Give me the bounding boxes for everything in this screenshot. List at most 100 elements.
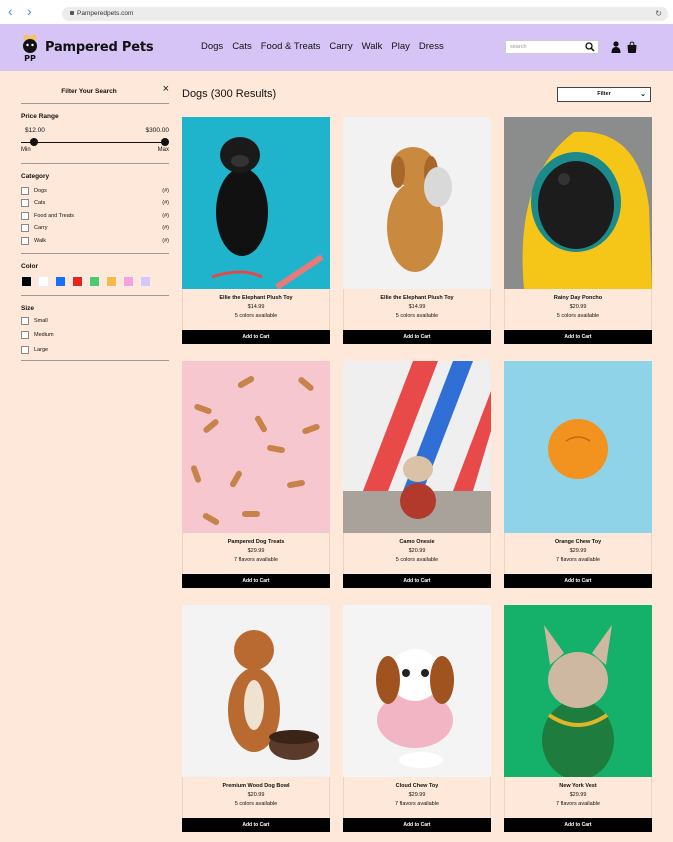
size-item-small[interactable]: Small <box>21 315 169 330</box>
size-item-large[interactable]: Large <box>21 344 169 359</box>
shopping-bag-icon[interactable] <box>626 41 638 53</box>
filter-header: Filter Your Search × <box>21 80 169 104</box>
checkbox[interactable] <box>21 331 29 340</box>
color-swatch[interactable] <box>140 275 151 287</box>
add-to-cart-button[interactable]: Add to Cart <box>504 818 652 832</box>
size-label: Medium <box>34 332 54 339</box>
product-image[interactable] <box>504 605 652 777</box>
product-card[interactable]: Premium Wood Dog Bowl $20.99 5 colors av… <box>182 605 330 832</box>
color-swatch[interactable] <box>106 275 117 287</box>
color-swatch[interactable] <box>72 275 83 287</box>
category-item-cats[interactable]: Cats (#) <box>21 197 169 209</box>
product-image[interactable] <box>182 361 330 533</box>
search-icon[interactable] <box>585 42 595 52</box>
nav-dress[interactable]: Dress <box>419 41 444 52</box>
close-icon[interactable]: × <box>163 84 169 95</box>
product-card[interactable]: Camo Onesie $20.99 5 colors available Ad… <box>343 361 491 588</box>
product-card[interactable]: Rainy Day Poncho $20.99 5 colors availab… <box>504 117 652 344</box>
product-name[interactable]: Orange Chew Toy <box>505 533 651 545</box>
product-card[interactable]: Cloud Chew Toy $29.99 7 flavors availabl… <box>343 605 491 832</box>
product-name[interactable]: Camo Onesie <box>344 533 490 545</box>
main-nav: Dogs Cats Food & Treats Carry Walk Play … <box>201 41 453 52</box>
product-image[interactable] <box>182 605 330 777</box>
product-name[interactable]: Ellie the Elephant Plush Toy <box>183 289 329 301</box>
color-swatch[interactable] <box>89 275 100 287</box>
checkbox[interactable] <box>21 236 29 245</box>
product-name[interactable]: Ellie the Elephant Plush Toy <box>344 289 490 301</box>
checkbox[interactable] <box>21 199 29 208</box>
price-range-title: Price Range <box>21 113 59 120</box>
search-input[interactable]: search <box>505 40 599 54</box>
user-icon[interactable] <box>611 41 621 53</box>
nav-cats[interactable]: Cats <box>232 41 252 52</box>
product-name[interactable]: Rainy Day Poncho <box>505 289 651 301</box>
category-label: Food and Treats <box>34 212 75 219</box>
price-slider[interactable] <box>21 138 169 146</box>
category-item-food-treats[interactable]: Food and Treats (#) <box>21 210 169 222</box>
filter-dropdown[interactable]: Filter ⌄ <box>557 87 651 102</box>
add-to-cart-button[interactable]: Add to Cart <box>504 330 652 344</box>
category-label: Dogs <box>34 188 47 194</box>
nav-play[interactable]: Play <box>391 41 409 52</box>
product-info: New York Vest $29.99 7 flavors available <box>504 777 652 818</box>
forward-icon[interactable]: › <box>27 4 32 18</box>
color-title: Color <box>21 262 38 270</box>
checkbox[interactable] <box>21 211 29 220</box>
reload-icon[interactable]: ↻ <box>655 7 662 21</box>
color-swatch[interactable] <box>123 275 134 287</box>
search-placeholder: search <box>510 44 527 50</box>
size-item-medium[interactable]: Medium <box>21 329 169 344</box>
checkbox[interactable] <box>21 224 29 233</box>
add-to-cart-button[interactable]: Add to Cart <box>343 330 491 344</box>
nav-carry[interactable]: Carry <box>329 41 352 52</box>
slider-min-handle[interactable] <box>30 138 38 146</box>
add-to-cart-button[interactable]: Add to Cart <box>343 818 491 832</box>
color-swatch[interactable] <box>38 275 49 287</box>
size-label: Large <box>34 346 49 353</box>
price-min-value: $12.00 <box>25 127 45 134</box>
product-card[interactable]: New York Vest $29.99 7 flavors available… <box>504 605 652 832</box>
product-image[interactable] <box>343 117 491 289</box>
add-to-cart-button[interactable]: Add to Cart <box>343 574 491 588</box>
product-name[interactable]: Premium Wood Dog Bowl <box>183 777 329 789</box>
nav-dogs[interactable]: Dogs <box>201 41 223 52</box>
color-swatch[interactable] <box>55 275 66 287</box>
product-image[interactable] <box>504 361 652 533</box>
product-image[interactable] <box>182 117 330 289</box>
add-to-cart-button[interactable]: Add to Cart <box>504 574 652 588</box>
product-image[interactable] <box>504 117 652 289</box>
product-name[interactable]: New York Vest <box>505 777 651 789</box>
product-card[interactable]: Orange Chew Toy $29.99 7 flavors availab… <box>504 361 652 588</box>
product-name[interactable]: Cloud Chew Toy <box>344 777 490 789</box>
back-icon[interactable]: ‹ <box>8 4 13 18</box>
url-text: Pamperedpets.com <box>77 10 134 17</box>
add-to-cart-button[interactable]: Add to Cart <box>182 330 330 344</box>
color-swatch[interactable] <box>21 275 32 287</box>
category-list: Dogs (#) Cats (#) Food and Treats (#) Carry… <box>21 185 169 247</box>
nav-food-treats[interactable]: Food & Treats <box>261 41 321 52</box>
nav-walk[interactable]: Walk <box>362 41 383 52</box>
checkbox[interactable] <box>21 316 29 325</box>
checkbox[interactable] <box>21 187 29 195</box>
product-card[interactable]: Pampered Dog Treats $29.99 7 flavors ava… <box>182 361 330 588</box>
add-to-cart-button[interactable]: Add to Cart <box>182 574 330 588</box>
product-image[interactable] <box>343 361 491 533</box>
product-price: $14.99 <box>408 304 426 310</box>
address-bar[interactable]: Pamperedpets.com ↻ <box>62 7 668 21</box>
logo-icon[interactable]: PP <box>18 31 42 63</box>
add-to-cart-button[interactable]: Add to Cart <box>182 818 330 832</box>
site-header: PP Pampered Pets Dogs Cats Food & Treats… <box>0 24 673 71</box>
product-image[interactable] <box>343 605 491 777</box>
product-card[interactable]: Ellie the Elephant Plush Toy $14.99 5 co… <box>182 117 330 344</box>
product-card[interactable]: Ellie the Elephant Plush Toy $14.99 5 co… <box>343 117 491 344</box>
product-name[interactable]: Pampered Dog Treats <box>183 533 329 545</box>
checkbox[interactable] <box>21 345 29 354</box>
brand-name[interactable]: Pampered Pets <box>45 40 154 55</box>
category-item-walk[interactable]: Walk (#) <box>21 235 169 247</box>
category-item-carry[interactable]: Carry (#) <box>21 222 169 234</box>
price-max-value: $300.00 <box>145 127 170 134</box>
category-item-dogs[interactable]: Dogs (#) <box>21 185 169 197</box>
chevron-down-icon: ⌄ <box>640 91 646 98</box>
category-label: Cats <box>34 200 46 207</box>
slider-max-handle[interactable] <box>161 138 169 146</box>
